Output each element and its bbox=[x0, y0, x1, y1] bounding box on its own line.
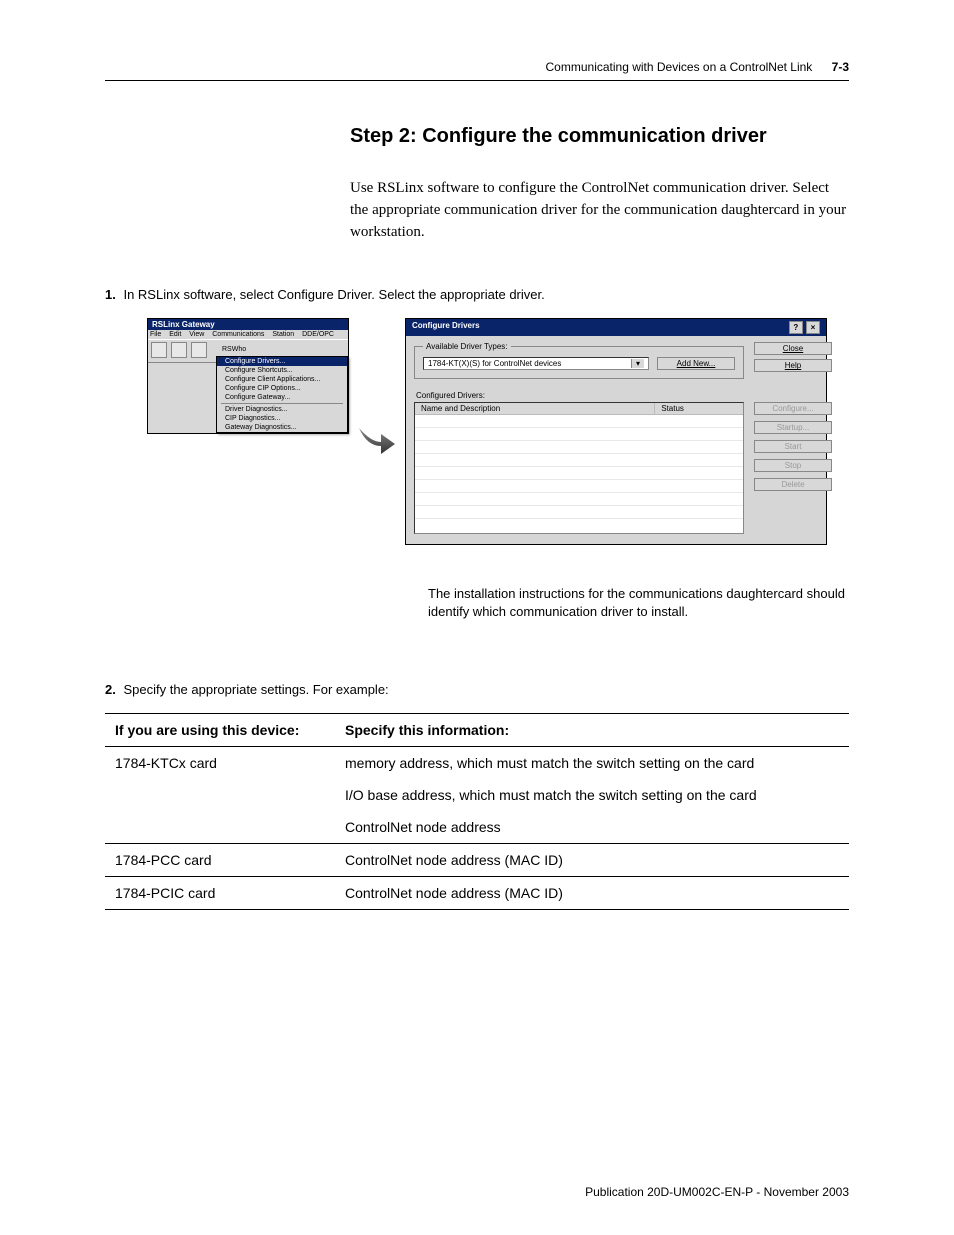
help-icon[interactable]: ? bbox=[789, 321, 803, 334]
delete-button[interactable]: Delete bbox=[754, 478, 832, 491]
add-new-button[interactable]: Add New... bbox=[657, 357, 735, 370]
dialog-side-buttons: Configure... Startup... Start Stop Delet… bbox=[754, 402, 818, 534]
menu-configure-drivers[interactable]: Configure Drivers... bbox=[217, 357, 347, 366]
table-row bbox=[415, 415, 743, 428]
window-controls: ? × bbox=[788, 321, 820, 334]
communications-dropdown: RSWho Configure Drivers... Configure Sho… bbox=[216, 345, 348, 433]
menu-communications[interactable]: Communications bbox=[212, 331, 264, 338]
close-label: Close bbox=[783, 344, 803, 353]
menu-configure-shortcuts[interactable]: Configure Shortcuts... bbox=[217, 366, 347, 375]
menu-dde[interactable]: DDE/OPC bbox=[302, 331, 334, 338]
ktcx-info-3: ControlNet node address bbox=[345, 819, 839, 835]
configure-drivers-dialog: Configure Drivers ? × Available Driver T… bbox=[405, 318, 827, 545]
menu-configure-cip[interactable]: Configure CIP Options... bbox=[217, 384, 347, 393]
close-icon[interactable]: × bbox=[806, 321, 820, 334]
section-title: Communicating with Devices on a ControlN… bbox=[546, 60, 813, 74]
toolbar-button-1[interactable] bbox=[151, 342, 167, 358]
close-button[interactable]: Close bbox=[754, 342, 832, 355]
menu-view[interactable]: View bbox=[189, 331, 204, 338]
cell-info-ktcx: memory address, which must match the swi… bbox=[335, 746, 849, 843]
configured-drivers-label: Configured Drivers: bbox=[416, 391, 818, 400]
menu-configure-client-apps[interactable]: Configure Client Applications... bbox=[217, 375, 347, 384]
table-row bbox=[415, 441, 743, 454]
cell-device-ktcx: 1784-KTCx card bbox=[105, 746, 335, 843]
toolbar-button-3[interactable] bbox=[191, 342, 207, 358]
header-rule bbox=[105, 80, 849, 81]
menu-gateway-diagnostics[interactable]: Gateway Diagnostics... bbox=[217, 423, 347, 432]
rslinx-menubar: File Edit View Communications Station DD… bbox=[148, 330, 348, 339]
configured-drivers-table: Name and Description Status bbox=[414, 402, 744, 534]
col-name-description: Name and Description bbox=[415, 403, 655, 414]
group-label-available: Available Driver Types: bbox=[423, 342, 511, 351]
help-label: Help bbox=[785, 361, 801, 370]
th-device: If you are using this device: bbox=[105, 713, 335, 746]
dialog-body: Available Driver Types: 1784-KT(X)(S) fo… bbox=[406, 336, 826, 544]
step-2-number: 2. bbox=[105, 682, 116, 697]
step-1-text: In RSLinx software, select Configure Dri… bbox=[123, 287, 544, 302]
step-2-text: Specify the appropriate settings. For ex… bbox=[123, 682, 388, 697]
configure-button[interactable]: Configure... bbox=[754, 402, 832, 415]
toolbar-button-2[interactable] bbox=[171, 342, 187, 358]
menu-file[interactable]: File bbox=[150, 331, 161, 338]
cell-device-pcic: 1784-PCIC card bbox=[105, 876, 335, 909]
th-info: Specify this information: bbox=[335, 713, 849, 746]
dropdown-menu: Configure Drivers... Configure Shortcuts… bbox=[216, 356, 348, 433]
driver-type-select[interactable]: 1784-KT(X)(S) for ControlNet devices ▾ bbox=[423, 357, 649, 370]
intro-paragraph: Use RSLinx software to configure the Con… bbox=[350, 178, 849, 243]
table-row bbox=[415, 428, 743, 441]
step-heading: Step 2: Configure the communication driv… bbox=[350, 125, 849, 148]
arrow-icon bbox=[357, 404, 397, 459]
menu-cip-diagnostics[interactable]: CIP Diagnostics... bbox=[217, 414, 347, 423]
rslinx-window: RSLinx Gateway File Edit View Communicat… bbox=[147, 318, 349, 434]
step-1: 1. In RSLinx software, select Configure … bbox=[105, 287, 849, 302]
page-number: 7-3 bbox=[832, 60, 849, 74]
available-driver-types-group: Available Driver Types: 1784-KT(X)(S) fo… bbox=[414, 342, 744, 379]
add-new-label: Add New... bbox=[677, 359, 716, 368]
dropdown-label[interactable]: RSWho bbox=[216, 345, 348, 354]
ktcx-info-1: memory address, which must match the swi… bbox=[345, 755, 839, 771]
table-row bbox=[415, 480, 743, 493]
step-1-number: 1. bbox=[105, 287, 116, 302]
cell-info-pcic: ControlNet node address (MAC ID) bbox=[335, 876, 849, 909]
dialog-title: Configure Drivers bbox=[412, 321, 480, 334]
screenshot-caption: The installation instructions for the co… bbox=[428, 585, 849, 621]
publication-footer: Publication 20D-UM002C-EN-P - November 2… bbox=[585, 1185, 849, 1199]
menu-station[interactable]: Station bbox=[272, 331, 294, 338]
dialog-titlebar: Configure Drivers ? × bbox=[406, 319, 826, 336]
rslinx-titlebar: RSLinx Gateway bbox=[148, 319, 348, 330]
menu-driver-diagnostics[interactable]: Driver Diagnostics... bbox=[217, 405, 347, 414]
start-button[interactable]: Start bbox=[754, 440, 832, 453]
menu-edit[interactable]: Edit bbox=[169, 331, 181, 338]
table-row bbox=[415, 506, 743, 519]
chevron-down-icon: ▾ bbox=[631, 359, 644, 368]
cell-device-pcc: 1784-PCC card bbox=[105, 843, 335, 876]
table-row bbox=[415, 493, 743, 506]
table-rows bbox=[415, 415, 743, 519]
table-row bbox=[415, 467, 743, 480]
menu-configure-gateway[interactable]: Configure Gateway... bbox=[217, 393, 347, 402]
step-2: 2. Specify the appropriate settings. For… bbox=[105, 682, 849, 697]
screenshot-row: RSLinx Gateway File Edit View Communicat… bbox=[105, 318, 849, 545]
cell-info-pcc: ControlNet node address (MAC ID) bbox=[335, 843, 849, 876]
col-status: Status bbox=[655, 403, 743, 414]
ktcx-info-2: I/O base address, which must match the s… bbox=[345, 787, 839, 803]
startup-button[interactable]: Startup... bbox=[754, 421, 832, 434]
help-button[interactable]: Help bbox=[754, 359, 832, 372]
driver-type-value: 1784-KT(X)(S) for ControlNet devices bbox=[428, 359, 561, 368]
stop-button[interactable]: Stop bbox=[754, 459, 832, 472]
device-settings-table: If you are using this device: Specify th… bbox=[105, 713, 849, 910]
table-row bbox=[415, 454, 743, 467]
running-header: Communicating with Devices on a ControlN… bbox=[105, 60, 849, 74]
